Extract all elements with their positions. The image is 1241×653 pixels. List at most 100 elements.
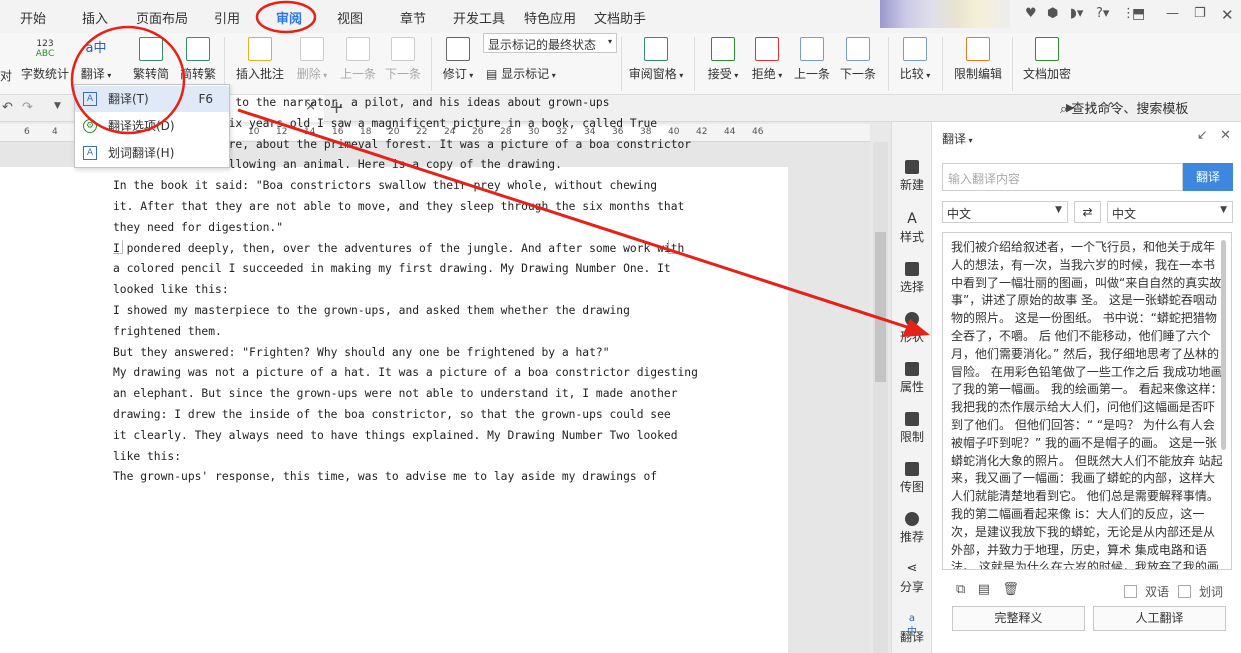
tab-doc-assistant[interactable]: 文档助手	[594, 8, 646, 27]
insert-comment-button[interactable]: 插入批注	[234, 37, 286, 82]
collapse-pane-icon[interactable]: ↙	[1197, 128, 1208, 143]
side-properties[interactable]: 属性	[892, 362, 932, 395]
scroll-thumb[interactable]	[875, 232, 886, 382]
next-change-button[interactable]: 下一条	[838, 37, 878, 82]
tab-view[interactable]: 视图	[337, 8, 363, 27]
simplified-to-traditional-button[interactable]: 简转繁	[179, 37, 217, 82]
tab-chapter[interactable]: 章节	[400, 8, 426, 27]
maximize-icon[interactable]: ❐	[1194, 6, 1206, 21]
side-new[interactable]: 新建	[892, 160, 932, 193]
bilingual-checkbox[interactable]: 双语	[1124, 583, 1169, 600]
chevron-down-icon: ▼	[1055, 205, 1062, 215]
document-line: The grown-ups' response, this time, was …	[113, 470, 658, 484]
side-properties-label: 属性	[899, 380, 924, 394]
tab-review[interactable]: 审阅	[276, 8, 302, 27]
side-share[interactable]: ⋖ 分享	[892, 562, 932, 595]
next-comment-button[interactable]: 下一条	[383, 37, 423, 82]
insert-icon[interactable]: ▤	[978, 582, 990, 597]
reject-button[interactable]: 拒绝 ▾	[748, 37, 786, 82]
copy-icon[interactable]: ⧉	[956, 582, 965, 597]
document-line: a colored pencil I succeeded in making m…	[113, 262, 671, 276]
translation-result-text: 我们被介绍给叙述者，一个飞行员，和他关于成年人的想法，有一次，当我六岁的时候，我…	[951, 240, 1223, 570]
cut-off-label[interactable]: 对	[0, 67, 12, 84]
pane-title[interactable]: 翻译 ▾	[942, 130, 973, 147]
tab-developer[interactable]: 开发工具	[453, 8, 505, 27]
result-scrollbar[interactable]	[1221, 240, 1226, 450]
command-search[interactable]: ⌕ 查找命令、搜索模板	[1060, 98, 1188, 117]
trash-icon[interactable]: 🗑	[1002, 582, 1019, 597]
side-translate[interactable]: a中 翻译	[892, 612, 932, 645]
tab-insert[interactable]: 插入	[82, 8, 108, 27]
reject-label: 拒绝	[751, 67, 776, 81]
ruler-tick-label: 46	[752, 127, 764, 137]
tab-page-layout[interactable]: 页面布局	[136, 8, 188, 27]
menu-item-shortcut: F6	[198, 92, 213, 106]
ribbon-divider	[431, 37, 432, 91]
full-definition-button[interactable]: 完整释义	[952, 606, 1085, 631]
recommend-icon	[905, 512, 919, 526]
menu-item-translate[interactable]: A 翻译(T) F6	[75, 86, 229, 112]
accept-button[interactable]: 接受 ▾	[704, 37, 742, 82]
customize-icon[interactable]: ▼	[54, 101, 61, 111]
side-style[interactable]: A 样式	[892, 212, 932, 245]
track-changes-icon	[446, 37, 470, 61]
properties-icon	[905, 362, 919, 376]
pane-controls: ↙ ✕	[1197, 128, 1231, 143]
menu-item-word-select-translate[interactable]: A 划词翻译(H)	[75, 140, 229, 166]
track-changes-button[interactable]: 修订 ▾	[439, 37, 477, 82]
prev-comment-label: 上一条	[339, 67, 376, 81]
side-restrict[interactable]: 限制	[892, 412, 932, 445]
document-line: frightened them.	[113, 324, 222, 338]
minimize-icon[interactable]: —	[1166, 6, 1179, 21]
side-recommend[interactable]: 推荐	[892, 512, 932, 545]
menu-item-translate-options[interactable]: ⚙ 翻译选项(D)	[75, 113, 229, 139]
help-icon[interactable]: ?▾	[1096, 6, 1109, 21]
cloud-icon[interactable]: ♥	[1025, 6, 1037, 21]
delete-comment-button[interactable]: 删除 ▾	[292, 37, 332, 82]
restrict-edit-button[interactable]: 限制编辑	[952, 37, 1004, 82]
shape-icon	[905, 312, 919, 326]
prev-change-button[interactable]: 上一条	[792, 37, 832, 82]
translation-result[interactable]: 我们被介绍给叙述者，一个飞行员，和他关于成年人的想法，有一次，当我六岁的时候，我…	[942, 232, 1232, 570]
swap-language-button[interactable]: ⇄	[1074, 201, 1101, 223]
close-icon[interactable]: ✕	[1221, 6, 1234, 24]
redo-icon[interactable]: ↷	[22, 100, 33, 115]
tab-home[interactable]: 开始	[20, 8, 46, 27]
human-translation-button[interactable]: 人工翻译	[1093, 606, 1226, 631]
word-count-label: 字数统计	[21, 67, 70, 81]
word-count-button[interactable]: 123 ABC 字数统计	[21, 39, 69, 82]
skin-icon[interactable]: ◗▾	[1070, 6, 1083, 21]
restore-ribbon-icon[interactable]: ⬒	[1132, 6, 1145, 22]
side-shape[interactable]: 形状	[892, 312, 932, 345]
document-scrollbar[interactable]	[873, 142, 888, 653]
markup-display-select[interactable]: 显示标记的最终状态 ▾	[483, 33, 617, 53]
close-pane-icon[interactable]: ✕	[1220, 128, 1231, 143]
undo-icon[interactable]: ↶	[2, 100, 13, 115]
side-upload-image[interactable]: 传图	[892, 462, 932, 495]
tab-references[interactable]: 引用	[214, 8, 240, 27]
document-line: like this:	[113, 449, 182, 463]
shield-icon	[1035, 37, 1059, 61]
prev-comment-button[interactable]: 上一条	[338, 37, 378, 82]
word-select-checkbox[interactable]: 划词	[1178, 583, 1223, 600]
traditional-to-simplified-button[interactable]: 繁转简	[132, 37, 170, 82]
hexagon-icon[interactable]: ⬢	[1047, 6, 1058, 21]
side-select[interactable]: 选择	[892, 262, 932, 295]
encrypt-button[interactable]: 文档加密	[1020, 37, 1074, 82]
compare-label: 比较	[899, 67, 924, 81]
translate-button[interactable]: a中 翻译 ▾	[76, 37, 116, 82]
icon-digits: 123	[36, 39, 54, 49]
compare-button[interactable]: 比较 ▾	[896, 37, 934, 82]
source-language-select[interactable]: 中文 ▼	[942, 201, 1068, 223]
select-icon	[905, 262, 919, 276]
translate-submit-button[interactable]: 翻译	[1183, 163, 1233, 191]
translate-side-icon: a中	[907, 613, 917, 638]
review-pane-button[interactable]: 审阅窗格 ▾	[626, 37, 686, 82]
ribbon-divider	[224, 37, 225, 91]
tab-features[interactable]: 特色应用	[524, 8, 576, 27]
translate-input[interactable]: 输入翻译内容	[942, 163, 1183, 191]
accept-label: 接受	[707, 67, 732, 81]
show-markup-button[interactable]: ▤ 显示标记 ▾	[486, 65, 556, 82]
checkbox-box	[1124, 585, 1137, 598]
target-language-select[interactable]: 中文 ▼	[1107, 201, 1233, 223]
